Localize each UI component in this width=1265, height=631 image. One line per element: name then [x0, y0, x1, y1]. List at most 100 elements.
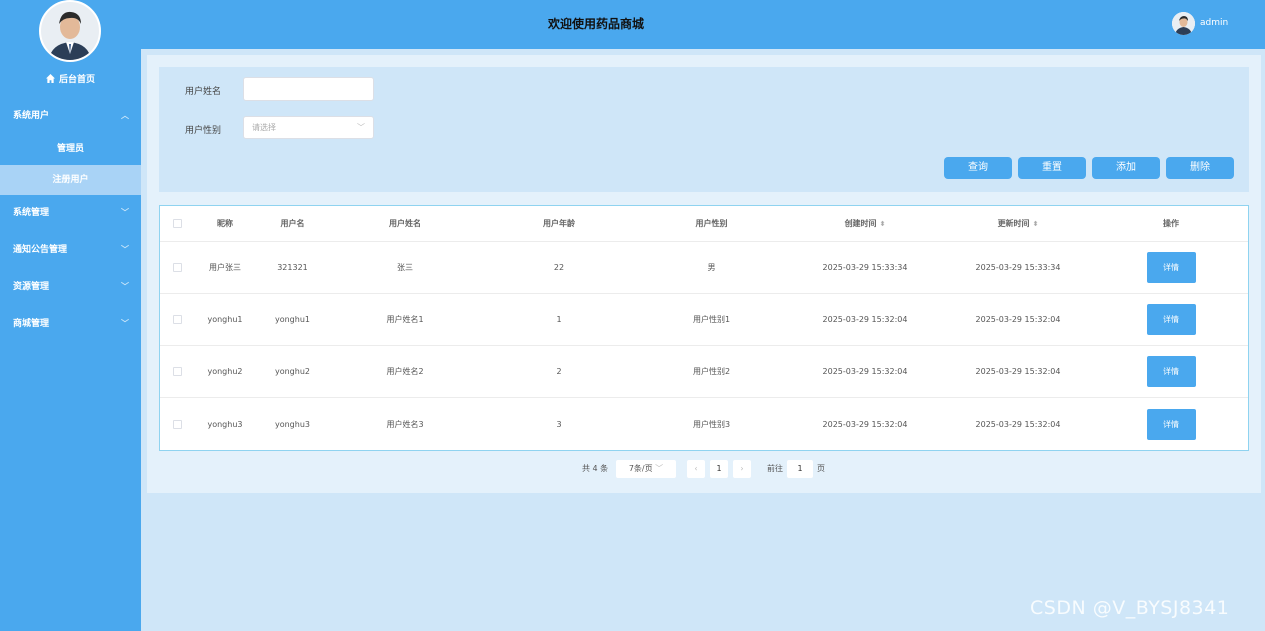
cell-updated: 2025-03-29 15:33:34 — [975, 263, 1061, 272]
cell-age: 3 — [556, 419, 562, 429]
sidebar-menu-system-users[interactable]: 系统用户 ︿ — [0, 106, 141, 126]
home-icon — [45, 74, 55, 86]
table-row: yonghu2 yonghu2 用户姓名2 2 用户性别2 2025-03-29… — [160, 346, 1248, 398]
cell-age: 2 — [556, 367, 562, 376]
next-page-button[interactable]: › — [733, 460, 751, 478]
sidebar-item-label: 系统管理 — [13, 208, 50, 218]
row-checkbox[interactable] — [172, 367, 182, 376]
cell-updated: 2025-03-29 15:32:04 — [975, 315, 1061, 324]
cell-username: 321321 — [277, 263, 308, 272]
watermark: CSDN @V_BYSJ8341 — [1030, 597, 1230, 619]
gender-select[interactable]: 请选择 ﹀ — [243, 116, 374, 139]
chevron-down-icon: ﹀ — [121, 319, 129, 328]
cell-created: 2025-03-29 15:33:34 — [822, 263, 908, 272]
header-created-cell[interactable]: 创建时间 ⬍ — [790, 206, 940, 241]
prev-page-button[interactable]: ‹ — [687, 460, 705, 478]
main-content: 用户姓名 用户性别 请选择 ﹀ 查询 重置 添加 删除 昵称 用户名 用户姓名 … — [147, 55, 1261, 493]
cell-updated: 2025-03-29 15:32:04 — [975, 367, 1061, 376]
sidebar: 后台首页 系统用户 ︿ 管理员 注册用户 系统管理 ﹀ 通知公告管理 ﹀ 资源管… — [0, 0, 141, 631]
row-checkbox-cell — [166, 294, 188, 345]
sidebar-item-home[interactable]: 后台首页 — [0, 72, 141, 88]
page-title: 欢迎使用药品商城 — [547, 17, 644, 31]
detail-button[interactable]: 详情 — [1146, 252, 1196, 283]
user-avatar[interactable] — [1172, 12, 1195, 35]
sidebar-item-label: 管理员 — [56, 144, 84, 154]
gender-label: 用户性别 — [185, 126, 222, 136]
page-size-value: 7条/页 — [628, 464, 653, 473]
cell-age: 1 — [556, 315, 562, 324]
name-input[interactable] — [243, 77, 374, 101]
cell-nickname: yonghu2 — [207, 367, 243, 376]
header-updated-cell[interactable]: 更新时间 ⬍ — [940, 206, 1096, 241]
user-table: 昵称 用户名 用户姓名 用户年龄 用户性别 创建时间 ⬍ 更新时间 ⬍ 操作 用户张… — [159, 205, 1249, 451]
page-size-select[interactable]: 7条/页 ﹀ — [616, 460, 676, 478]
row-checkbox[interactable] — [172, 263, 182, 272]
row-checkbox-cell — [166, 398, 188, 450]
header-nickname: 昵称 — [217, 219, 233, 228]
cell-nickname: yonghu1 — [207, 315, 243, 324]
cell-updated: 2025-03-29 15:32:04 — [975, 419, 1061, 429]
cell-actions: 详情 — [1096, 346, 1246, 397]
username[interactable]: admin — [1200, 18, 1228, 28]
reset-button[interactable]: 重置 — [1018, 157, 1086, 179]
sidebar-menu-mall[interactable]: 商城管理 ﹀ — [0, 314, 141, 334]
row-checkbox[interactable] — [172, 315, 182, 324]
row-checkbox-cell — [166, 242, 188, 293]
search-panel: 用户姓名 用户性别 请选择 ﹀ 查询 重置 添加 删除 — [159, 67, 1249, 192]
sidebar-item-label: 注册用户 — [52, 175, 89, 185]
cell-gender: 用户性别3 — [692, 419, 731, 429]
cell-username: yonghu2 — [274, 367, 310, 376]
table-row: yonghu1 yonghu1 用户姓名1 1 用户性别1 2025-03-29… — [160, 294, 1248, 346]
gender-placeholder: 请选择 — [252, 123, 276, 132]
cell-created: 2025-03-29 15:32:04 — [822, 315, 908, 324]
goto-input[interactable]: 1 — [787, 460, 813, 478]
cell-username: yonghu3 — [274, 419, 310, 429]
detail-button[interactable]: 详情 — [1146, 408, 1196, 440]
table-row: 用户张三 321321 张三 22 男 2025-03-29 15:33:34 … — [160, 242, 1248, 294]
sidebar-item-registered-users[interactable]: 注册用户 — [0, 165, 141, 195]
header-created: 创建时间 — [844, 219, 877, 228]
pagination: 共 4 条 7条/页 ﹀ ‹ 1 › 前往 1 页 — [147, 460, 1261, 480]
header-actions: 操作 — [1163, 219, 1179, 228]
chevron-up-icon: ︿ — [121, 111, 129, 120]
sidebar-menu-announcements[interactable]: 通知公告管理 ﹀ — [0, 240, 141, 260]
cell-age: 22 — [553, 263, 565, 272]
delete-button[interactable]: 删除 — [1166, 157, 1234, 179]
sidebar-item-admin[interactable]: 管理员 — [0, 134, 141, 164]
sidebar-item-label: 后台首页 — [58, 75, 95, 85]
cell-fullname: 张三 — [397, 263, 413, 272]
sidebar-menu-resources[interactable]: 资源管理 ﹀ — [0, 277, 141, 297]
chevron-down-icon: ﹀ — [121, 282, 129, 291]
page-number[interactable]: 1 — [710, 460, 728, 478]
select-all-checkbox[interactable] — [172, 219, 182, 228]
header-age: 用户年龄 — [543, 219, 575, 228]
row-checkbox[interactable] — [172, 419, 182, 429]
header-gender: 用户性别 — [695, 219, 728, 228]
sort-icon[interactable]: ⬍ — [880, 220, 886, 228]
query-button[interactable]: 查询 — [944, 157, 1012, 179]
cell-created: 2025-03-29 15:32:04 — [822, 419, 908, 429]
cell-fullname: 用户姓名1 — [386, 315, 424, 324]
table-header-row: 昵称 用户名 用户姓名 用户年龄 用户性别 创建时间 ⬍ 更新时间 ⬍ 操作 — [160, 206, 1248, 242]
cell-gender: 用户性别2 — [692, 367, 731, 376]
chevron-down-icon: ﹀ — [655, 464, 664, 473]
select-all-checkbox-cell — [166, 206, 188, 241]
sidebar-menu-system-management[interactable]: 系统管理 ﹀ — [0, 203, 141, 223]
name-label: 用户姓名 — [185, 87, 222, 97]
detail-button[interactable]: 详情 — [1146, 356, 1196, 387]
cell-actions: 详情 — [1096, 242, 1246, 293]
cell-fullname: 用户姓名3 — [386, 419, 424, 429]
detail-button[interactable]: 详情 — [1146, 304, 1196, 335]
chevron-down-icon: ﹀ — [121, 208, 129, 217]
header-updated: 更新时间 — [997, 219, 1030, 228]
sort-icon[interactable]: ⬍ — [1033, 220, 1039, 228]
cell-gender: 男 — [707, 263, 716, 272]
goto-label: 前往 — [767, 464, 783, 473]
cell-created: 2025-03-29 15:32:04 — [822, 367, 908, 376]
cell-gender: 用户性别1 — [692, 315, 731, 324]
add-button[interactable]: 添加 — [1092, 157, 1160, 179]
pagination-total: 共 4 条 — [582, 464, 609, 473]
row-checkbox-cell — [166, 346, 188, 397]
header-username: 用户名 — [280, 219, 305, 228]
page-suffix: 页 — [817, 464, 825, 473]
